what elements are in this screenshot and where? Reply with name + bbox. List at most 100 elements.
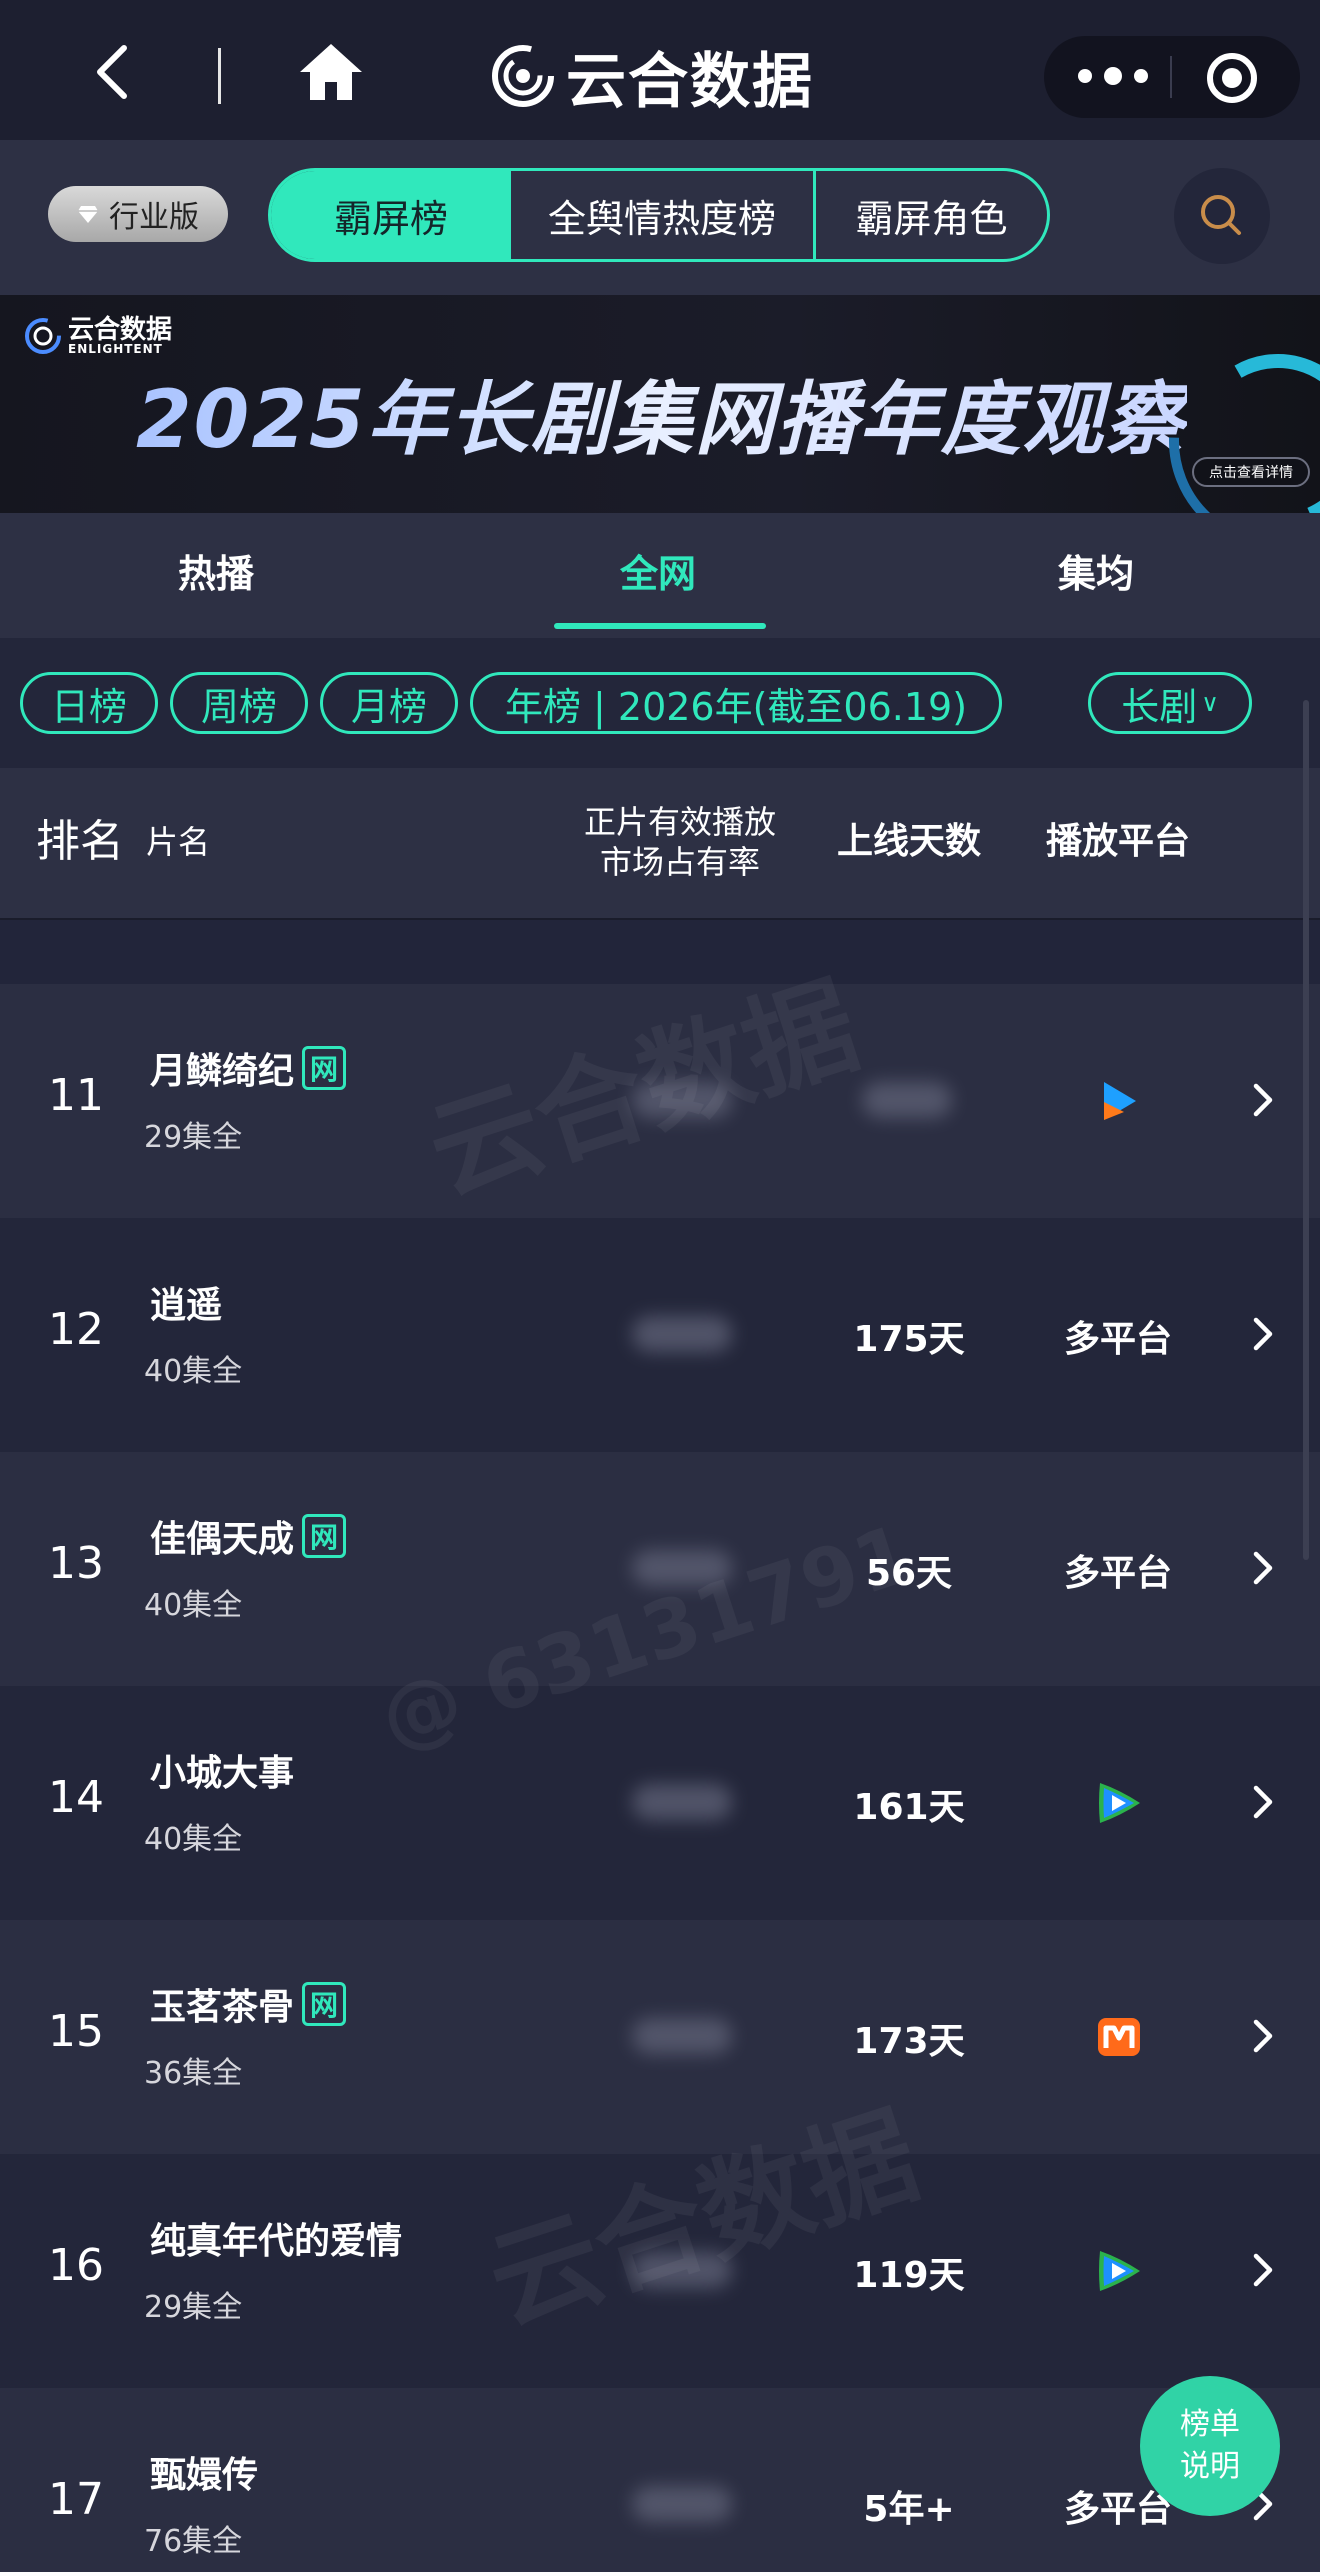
tencent-video-icon [1094, 1778, 1144, 1828]
scope-tabs: 热播 全网 集均 [0, 513, 1320, 638]
banner-brand-en: ENLIGHTENT [68, 342, 163, 356]
yunhe-logo-icon [492, 45, 554, 107]
chip-yearly[interactable]: 年榜 | 2026年(截至06.19) [470, 672, 1002, 734]
ranking-explanation-line2: 说明 [1180, 2449, 1240, 2484]
nav-divider [218, 48, 221, 104]
row-rank: 12 [48, 1304, 104, 1355]
banner-title: 2025年长剧集网播年度观察 [136, 355, 1187, 471]
industry-edition-badge[interactable]: 行业版 [48, 186, 228, 242]
diamond-icon [78, 206, 98, 223]
ranking-type-bar: 行业版 霸屏榜 全舆情热度榜 霸屏角色 [0, 140, 1320, 295]
active-tab-indicator [554, 623, 766, 629]
header-rank: 排名 [36, 816, 124, 867]
row-title: 甄嬛传 [150, 2446, 258, 2498]
header-platform: 播放平台 [1045, 821, 1190, 862]
row-days-online: 5年+ [863, 2489, 955, 2530]
tab-bapingbang[interactable]: 霸屏榜 [271, 171, 511, 259]
table-row[interactable]: 15 玉茗茶骨网 36集全 173天 [0, 1920, 1320, 2154]
row-episodes: 29集全 [144, 2290, 243, 2325]
table-row[interactable]: 12 逍遥 40集全 175天 多平台 [0, 1218, 1320, 1452]
row-title: 玉茗茶骨网 [150, 1978, 347, 2030]
chevron-down-icon: ∨ [1201, 689, 1219, 717]
market-share-blurred [632, 2486, 732, 2522]
banner-detail-button[interactable]: 点击查看详情 [1192, 457, 1310, 487]
scrollbar[interactable] [1303, 700, 1309, 1560]
drama-title: 佳偶天成 [150, 1519, 295, 1560]
ranking-explanation-button[interactable]: 榜单 说明 [1140, 2376, 1280, 2516]
back-arrow-icon[interactable] [88, 42, 134, 102]
genre-dropdown[interactable]: 长剧 ∨ [1088, 672, 1252, 734]
home-icon[interactable] [298, 40, 364, 102]
app-brand: 云合数据 [490, 36, 814, 117]
market-share-blurred [632, 2018, 732, 2054]
row-episodes: 36集全 [144, 2056, 243, 2091]
chevron-right-icon[interactable] [1250, 1782, 1276, 1822]
table-row[interactable]: 11 月鳞绮纪网 29集全 [0, 984, 1320, 1218]
chip-weekly[interactable]: 周榜 [170, 672, 308, 734]
tab-public-opinion-heat[interactable]: 全舆情热度榜 [511, 171, 816, 259]
table-row[interactable]: 16 纯真年代的爱情 29集全 119天 [0, 2154, 1320, 2388]
tab-hot-playing[interactable]: 热播 [178, 543, 254, 598]
chevron-right-icon[interactable] [1250, 1080, 1276, 1120]
drama-title: 小城大事 [150, 1753, 295, 1794]
chevron-right-icon[interactable] [1250, 1314, 1276, 1354]
row-rank: 17 [48, 2474, 104, 2525]
ranking-explanation-line1: 榜单 [1180, 2407, 1240, 2442]
table-row[interactable]: 17 甄嬛传 76集全 5年+ 多平台 [0, 2388, 1320, 2572]
banner-brand-cn: 云合数据 [68, 315, 173, 345]
chevron-right-icon[interactable] [1250, 2016, 1276, 2056]
app-title: 云合数据 [566, 46, 814, 117]
table-row[interactable]: 14 小城大事 40集全 161天 [0, 1686, 1320, 1920]
row-days-online: 119天 [853, 2255, 965, 2296]
web-drama-tag: 网 [302, 1046, 347, 1090]
promo-banner[interactable]: 云合数据 ENLIGHTENT 2025年长剧集网播年度观察 点击查看详情 [0, 295, 1320, 513]
chevron-right-icon[interactable] [1250, 1548, 1276, 1588]
mini-program-capsule [1044, 36, 1300, 118]
row-episodes: 76集全 [144, 2524, 243, 2559]
table-row[interactable]: 13 佳偶天成网 40集全 56天 多平台 [0, 1452, 1320, 1686]
ranking-segmented-control: 霸屏榜 全舆情热度榜 霸屏角色 [268, 168, 1050, 262]
genre-dropdown-label: 长剧 [1121, 684, 1198, 729]
tencent-video-icon [1094, 2246, 1144, 2296]
row-days-online: 173天 [853, 2021, 965, 2062]
row-title: 佳偶天成网 [150, 1510, 347, 1562]
row-platform: 多平台 [1063, 1319, 1172, 1360]
table-header: 排名 片名 正片有效播放 市场占有率 上线天数 播放平台 [0, 768, 1320, 918]
header-market-share-line2: 市场占有率 [599, 843, 760, 881]
drama-title: 月鳞绮纪 [150, 1051, 295, 1092]
tab-all-network[interactable]: 全网 [620, 543, 696, 598]
market-share-blurred [632, 1550, 732, 1586]
row-rank: 14 [48, 1772, 104, 1823]
header-market-share: 正片有效播放 市场占有率 [560, 802, 800, 882]
row-episodes: 40集全 [144, 1354, 243, 1389]
search-icon [1201, 195, 1241, 235]
period-filter-bar: 日榜 周榜 月榜 年榜 | 2026年(截至06.19) 长剧 ∨ [0, 638, 1320, 768]
market-share-blurred [632, 1082, 732, 1118]
row-days-online: 175天 [853, 1319, 965, 1360]
tab-top-roles[interactable]: 霸屏角色 [816, 171, 1047, 259]
row-title: 纯真年代的爱情 [150, 2212, 402, 2264]
search-button[interactable] [1174, 168, 1270, 264]
drama-title: 甄嬛传 [150, 2455, 259, 2496]
market-share-blurred [632, 1784, 732, 1820]
row-rank: 11 [48, 1070, 104, 1121]
banner-brand: 云合数据 ENLIGHTENT [24, 317, 172, 355]
days-online-blurred [862, 1082, 952, 1118]
row-episodes: 40集全 [144, 1588, 243, 1623]
close-mini-program-icon[interactable] [1207, 53, 1257, 103]
drama-title: 逍遥 [150, 1285, 223, 1326]
chip-daily[interactable]: 日榜 [20, 672, 158, 734]
table-spacer [0, 918, 1320, 984]
tab-per-episode[interactable]: 集均 [1058, 543, 1134, 598]
chip-monthly[interactable]: 月榜 [320, 672, 458, 734]
row-rank: 13 [48, 1538, 104, 1589]
row-title: 小城大事 [150, 1744, 294, 1796]
header-market-share-line1: 正片有效播放 [583, 803, 776, 841]
header-days-online: 上线天数 [836, 821, 981, 862]
more-options-icon[interactable] [1078, 56, 1148, 96]
capsule-divider [1170, 56, 1172, 98]
ranking-list: 11 月鳞绮纪网 29集全 12 逍遥 40集全 175天 多平台 13 佳偶天成网 40集全 56天… [0, 984, 1320, 2572]
industry-edition-label: 行业版 [109, 200, 199, 235]
row-rank: 16 [48, 2240, 104, 2291]
chevron-right-icon[interactable] [1250, 2250, 1276, 2290]
